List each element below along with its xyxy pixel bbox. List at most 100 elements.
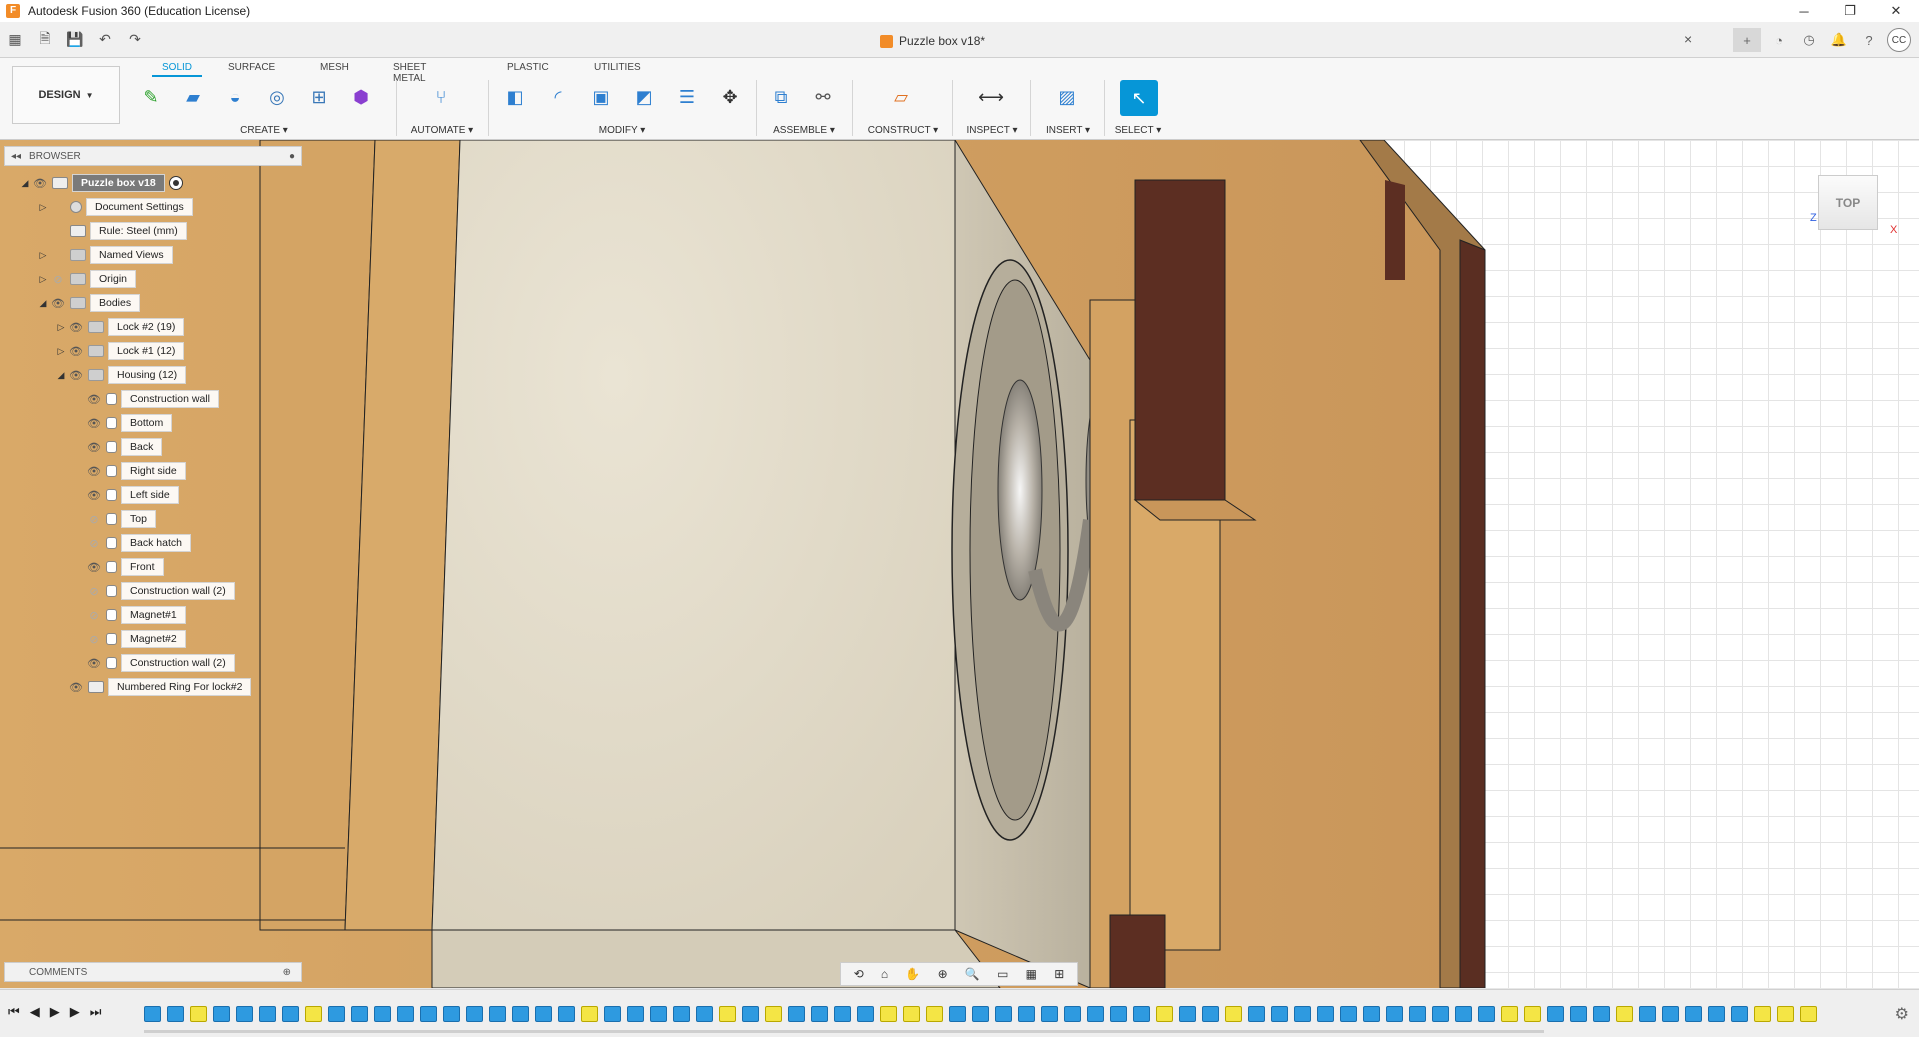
visibility-eye-icon[interactable]: 👁: [86, 393, 102, 406]
visibility-eye-icon[interactable]: ⊘: [86, 537, 102, 550]
notifications-icon[interactable]: 🔔: [1827, 28, 1851, 52]
timeline-feature[interactable]: [1018, 1006, 1035, 1022]
insert-image-icon[interactable]: ▨: [1050, 80, 1084, 114]
save-icon[interactable]: 💾: [60, 25, 90, 55]
timeline-feature[interactable]: [1777, 1006, 1794, 1022]
expand-toggle-icon[interactable]: ▷: [54, 322, 68, 333]
timeline-feature[interactable]: [834, 1006, 851, 1022]
timeline-feature[interactable]: [765, 1006, 782, 1022]
visibility-eye-icon[interactable]: 👁: [86, 489, 102, 502]
tree-row[interactable]: 👁Construction wall: [72, 390, 219, 408]
expand-toggle-icon[interactable]: ◢: [18, 178, 32, 189]
timeline-feature[interactable]: [1478, 1006, 1495, 1022]
go-to-start-icon[interactable]: ⏮: [8, 1004, 20, 1020]
shell-icon[interactable]: ▣: [584, 80, 618, 114]
construct-menu[interactable]: CONSTRUCT ▾: [858, 125, 948, 136]
timeline-scrollbar[interactable]: [144, 1030, 1544, 1033]
visibility-eye-icon[interactable]: 👁: [86, 561, 102, 574]
timeline-feature[interactable]: [811, 1006, 828, 1022]
fillet-icon[interactable]: ◜: [541, 80, 575, 114]
timeline-feature[interactable]: [1340, 1006, 1357, 1022]
timeline-feature[interactable]: [1432, 1006, 1449, 1022]
play-icon[interactable]: ▶: [50, 1004, 60, 1020]
timeline-feature[interactable]: [213, 1006, 230, 1022]
new-component-icon[interactable]: ⧉: [764, 80, 798, 114]
timeline-feature[interactable]: [1202, 1006, 1219, 1022]
undo-icon[interactable]: ↶: [90, 25, 120, 55]
timeline-track[interactable]: [144, 1004, 1874, 1024]
timeline-feature[interactable]: [1708, 1006, 1725, 1022]
redo-icon[interactable]: ↷: [120, 25, 150, 55]
split-body-icon[interactable]: ☰: [670, 80, 704, 114]
zoom-icon[interactable]: ⊕: [938, 967, 948, 981]
timeline-feature[interactable]: [374, 1006, 391, 1022]
timeline-feature[interactable]: [190, 1006, 207, 1022]
timeline-feature[interactable]: [1547, 1006, 1564, 1022]
metal-ring-shape[interactable]: [998, 380, 1042, 600]
timeline-feature[interactable]: [535, 1006, 552, 1022]
press-pull-icon[interactable]: ◧: [498, 80, 532, 114]
file-menu-icon[interactable]: 🗎: [30, 25, 60, 55]
tree-row[interactable]: ⊘Construction wall (2): [72, 582, 235, 600]
timeline-feature[interactable]: [949, 1006, 966, 1022]
tree-row[interactable]: ⊘Back hatch: [72, 534, 191, 552]
timeline-feature[interactable]: [1616, 1006, 1633, 1022]
revolve-icon[interactable]: ◒: [218, 80, 252, 114]
visibility-eye-icon[interactable]: 👁: [68, 321, 84, 334]
timeline-feature[interactable]: [1501, 1006, 1518, 1022]
user-avatar[interactable]: CC: [1887, 28, 1911, 52]
help-icon[interactable]: ?: [1857, 28, 1881, 52]
timeline-feature[interactable]: [627, 1006, 644, 1022]
assemble-menu[interactable]: ASSEMBLE ▾: [762, 125, 846, 136]
tree-row[interactable]: ▷Named Views: [36, 246, 173, 264]
visibility-eye-icon[interactable]: 👁: [86, 417, 102, 430]
timeline-feature[interactable]: [581, 1006, 598, 1022]
app-grid-icon[interactable]: ▦: [0, 25, 30, 55]
pan-icon[interactable]: ✋: [905, 967, 920, 981]
restore-button[interactable]: ❐: [1827, 0, 1873, 22]
visibility-eye-icon[interactable]: 👁: [86, 441, 102, 454]
tree-row[interactable]: 👁Right side: [72, 462, 186, 480]
timeline-feature[interactable]: [1156, 1006, 1173, 1022]
timeline-feature[interactable]: [305, 1006, 322, 1022]
look-at-icon[interactable]: ⌂: [881, 967, 888, 981]
close-window-button[interactable]: ✕: [1873, 0, 1919, 22]
timeline-feature[interactable]: [742, 1006, 759, 1022]
expand-toggle-icon[interactable]: ▷: [36, 202, 50, 213]
timeline-feature[interactable]: [282, 1006, 299, 1022]
viewports-icon[interactable]: ⊞: [1054, 967, 1064, 981]
timeline-feature[interactable]: [719, 1006, 736, 1022]
timeline-feature[interactable]: [696, 1006, 713, 1022]
3d-viewport[interactable]: TOP Z X: [0, 140, 1919, 988]
timeline-feature[interactable]: [972, 1006, 989, 1022]
hole-icon[interactable]: ◎: [260, 80, 294, 114]
timeline-feature[interactable]: [420, 1006, 437, 1022]
inspect-menu[interactable]: INSPECT ▾: [958, 125, 1026, 136]
visibility-eye-icon[interactable]: 👁: [68, 369, 84, 382]
timeline-feature[interactable]: [259, 1006, 276, 1022]
browser-header[interactable]: ◂◂ BROWSER ●: [4, 146, 302, 166]
tree-row[interactable]: 👁Front: [72, 558, 164, 576]
visibility-eye-icon[interactable]: 👁: [68, 681, 84, 694]
grid-settings-icon[interactable]: ▦: [1026, 967, 1037, 981]
job-status-icon[interactable]: ◷: [1797, 28, 1821, 52]
fit-icon[interactable]: 🔍: [965, 967, 980, 981]
tab-plastic[interactable]: PLASTIC: [507, 62, 549, 73]
tree-row[interactable]: ⊘Magnet#2: [72, 630, 186, 648]
timeline-feature[interactable]: [1248, 1006, 1265, 1022]
select-menu[interactable]: SELECT ▾: [1108, 125, 1168, 136]
tab-mesh[interactable]: MESH: [320, 62, 349, 73]
tree-row[interactable]: 👁Construction wall (2): [72, 654, 235, 672]
display-settings-icon[interactable]: ▭: [997, 967, 1008, 981]
activate-component-icon[interactable]: [169, 176, 183, 190]
timeline-feature[interactable]: [1409, 1006, 1426, 1022]
tree-row[interactable]: ◢👁Housing (12): [54, 366, 186, 384]
extensions-icon[interactable]: ◔: [1767, 28, 1791, 52]
expand-toggle-icon[interactable]: ◢: [54, 370, 68, 381]
tab-utilities[interactable]: UTILITIES: [594, 62, 641, 73]
tree-row[interactable]: 👁Left side: [72, 486, 179, 504]
combine-icon[interactable]: ◩: [627, 80, 661, 114]
timeline-feature[interactable]: [1685, 1006, 1702, 1022]
tab-surface[interactable]: SURFACE: [228, 62, 275, 73]
document-tab[interactable]: Puzzle box v18*: [880, 26, 985, 56]
